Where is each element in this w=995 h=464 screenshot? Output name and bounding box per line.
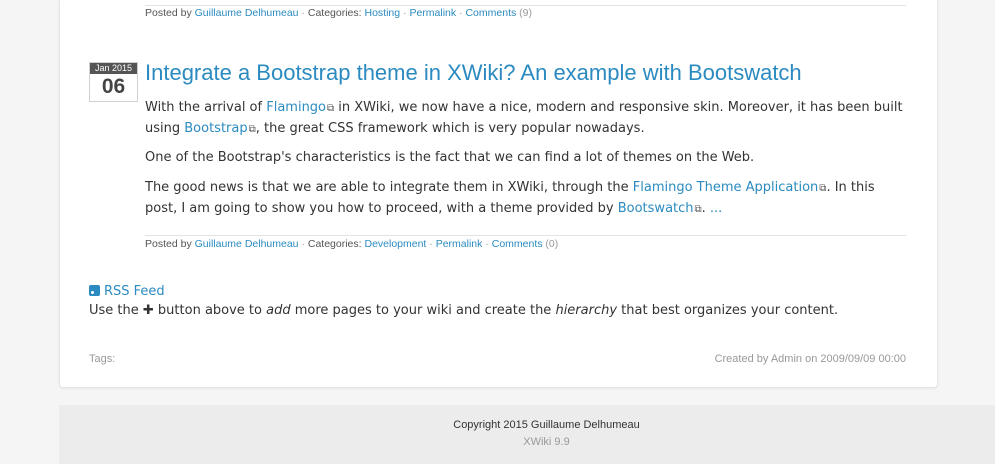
flamingo-theme-link[interactable]: Flamingo Theme Application: [633, 180, 819, 195]
permalink-link[interactable]: Permalink: [409, 7, 456, 19]
date-month: Jan 2015: [90, 63, 137, 74]
rss-icon: [89, 285, 100, 296]
plus-icon: ✚: [142, 303, 154, 318]
text: With the arrival of: [145, 100, 267, 115]
comments-link[interactable]: Comments: [465, 7, 516, 19]
copyright: Copyright 2015 Guillaume Delhumeau: [0, 419, 995, 431]
hint-text: Use the ✚ button above to add more pages…: [89, 303, 838, 318]
post-meta: Posted by Guillaume Delhumeau · Categori…: [145, 238, 559, 250]
permalink-link[interactable]: Permalink: [436, 238, 483, 250]
text: The good news is that we are able to int…: [145, 180, 633, 195]
text: that best organizes your content.: [617, 303, 839, 318]
date-day: 06: [101, 75, 126, 98]
flamingo-link[interactable]: Flamingo: [266, 100, 326, 115]
text: hierarchy: [555, 303, 618, 318]
version: XWiki 9.9: [0, 436, 995, 448]
date-badge: Jan 2015 06: [89, 62, 138, 102]
text: .: [701, 201, 710, 216]
rss-feed-link[interactable]: RSS Feed: [104, 284, 165, 299]
copyright-text: Copyright 2015 Guillaume Delhumeau: [453, 419, 640, 431]
version-text: XWiki 9.9: [523, 436, 570, 448]
bootswatch-link[interactable]: Bootswatch: [618, 201, 694, 216]
text: more pages to your wiki and create the: [290, 303, 556, 318]
post-title[interactable]: Integrate a Bootstrap theme in XWiki? An…: [145, 60, 802, 86]
text: Use the: [89, 303, 143, 318]
category-link[interactable]: Hosting: [364, 7, 400, 19]
author-link[interactable]: Guillaume Delhumeau: [195, 238, 299, 250]
author-link[interactable]: Guillaume Delhumeau: [195, 7, 299, 19]
post-paragraph: One of the Bootstrap's characteristics i…: [145, 150, 755, 165]
external-link-icon: ⧉: [248, 124, 256, 135]
text: , the great CSS framework which is very …: [255, 121, 645, 136]
divider: [145, 235, 906, 236]
post-paragraph: With the arrival of Flamingo⧉ in XWiki, …: [145, 98, 905, 140]
posted-by-label: Posted by: [145, 238, 192, 250]
post-meta: Posted by Guillaume Delhumeau · Categori…: [145, 7, 532, 19]
footer: [59, 405, 995, 464]
category-link[interactable]: Development: [364, 238, 426, 250]
text: button above to: [153, 303, 267, 318]
comments-count: (9): [519, 7, 532, 19]
rss-feed[interactable]: RSS Feed: [89, 284, 165, 299]
read-more-link[interactable]: ...: [710, 201, 722, 216]
comments-link[interactable]: Comments: [492, 238, 543, 250]
tags-label: Tags:: [89, 353, 116, 365]
text: add: [266, 303, 291, 318]
external-link-icon: ⧉: [694, 204, 702, 215]
divider: [145, 5, 906, 6]
post-paragraph: The good news is that we are able to int…: [145, 178, 905, 220]
posted-by-label: Posted by: [145, 7, 192, 19]
created-info: Created by Admin on 2009/09/09 00:00: [714, 353, 906, 365]
comments-count: (0): [545, 238, 559, 250]
bootstrap-link[interactable]: Bootstrap: [184, 121, 247, 136]
